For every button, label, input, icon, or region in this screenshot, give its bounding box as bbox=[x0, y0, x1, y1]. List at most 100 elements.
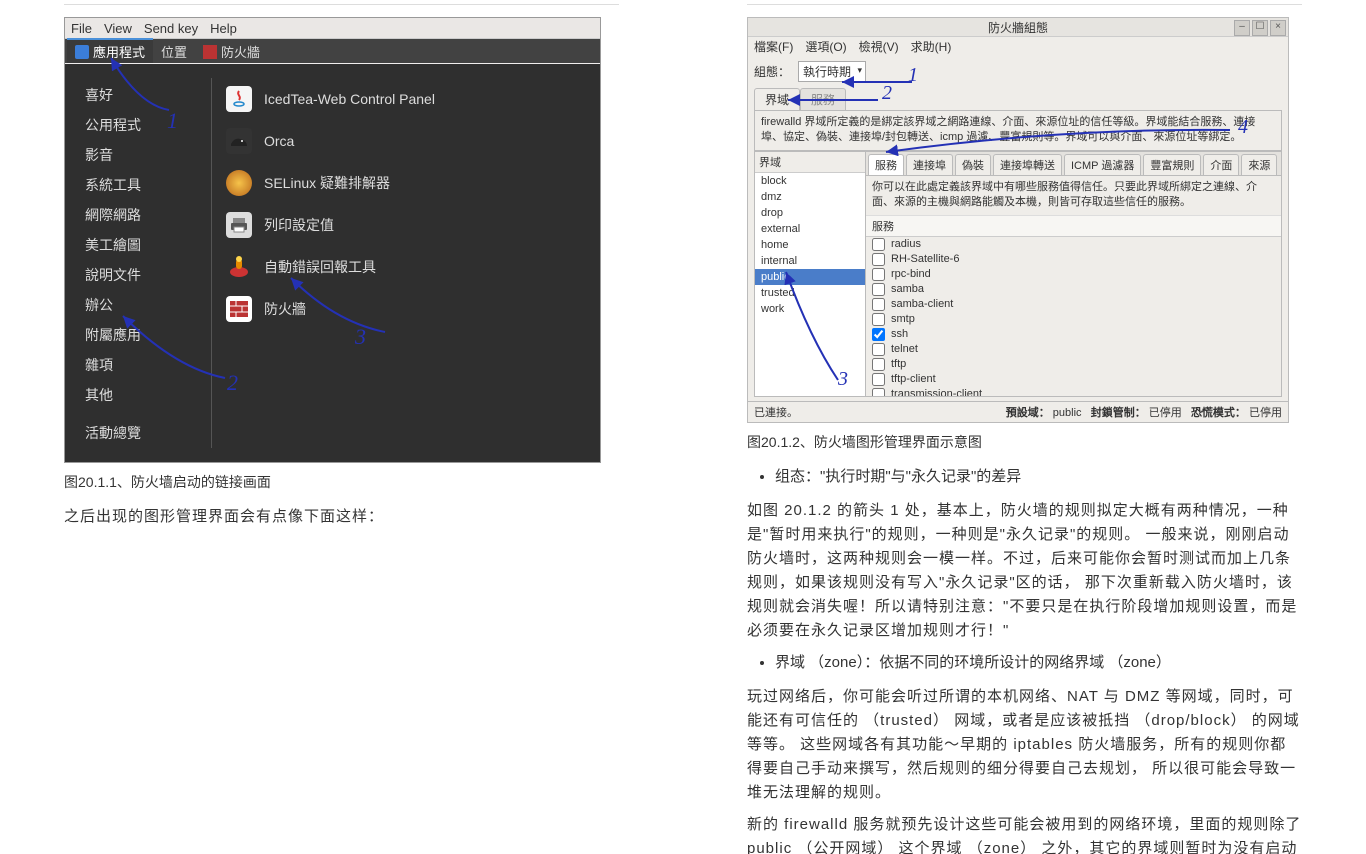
main-tab-services[interactable]: 服務 bbox=[800, 88, 846, 110]
cat-item[interactable]: 附屬應用 bbox=[85, 320, 211, 350]
zone-item[interactable]: internal bbox=[755, 253, 865, 269]
main-tab-zones[interactable]: 界域 bbox=[754, 88, 800, 110]
subtab[interactable]: 連接埠轉送 bbox=[993, 154, 1062, 175]
maximize-button[interactable]: ☐ bbox=[1252, 20, 1268, 36]
service-row[interactable]: radius bbox=[866, 237, 1281, 252]
window-title: 防火牆組態 bbox=[988, 19, 1048, 36]
app-row[interactable]: 防火牆 bbox=[226, 288, 600, 330]
zone-item[interactable]: block bbox=[755, 173, 865, 189]
subtab[interactable]: 連接埠 bbox=[906, 154, 953, 175]
app-list: IcedTea-Web Control Panel Orca SELinux 疑… bbox=[212, 64, 600, 462]
zone-item-selected[interactable]: public bbox=[755, 269, 865, 285]
cat-item[interactable]: 網際網路 bbox=[85, 200, 211, 230]
menu-item[interactable]: 檔案(F) bbox=[754, 38, 793, 55]
service-row[interactable]: samba bbox=[866, 282, 1281, 297]
app-label: 自動錯誤回報工具 bbox=[264, 257, 376, 277]
topbar-applications[interactable]: 應用程式 bbox=[67, 38, 153, 63]
service-row[interactable]: tftp-client bbox=[866, 372, 1281, 387]
firewall-app-icon bbox=[226, 296, 252, 322]
figure-1-app-menu: File View Send key Help 應用程式 位置 防火牆 bbox=[64, 17, 601, 463]
app-row[interactable]: SELinux 疑難排解器 bbox=[226, 162, 600, 204]
minimize-button[interactable]: – bbox=[1234, 20, 1250, 36]
service-row[interactable]: samba-client bbox=[866, 297, 1281, 312]
menu-view[interactable]: View bbox=[104, 21, 132, 36]
cat-item[interactable]: 說明文件 bbox=[85, 260, 211, 290]
app-row[interactable]: 列印設定值 bbox=[226, 204, 600, 246]
service-checkbox[interactable] bbox=[872, 358, 885, 371]
subtab[interactable]: 豐富規則 bbox=[1143, 154, 1201, 175]
zone-item[interactable]: external bbox=[755, 221, 865, 237]
service-checkbox[interactable] bbox=[872, 268, 885, 281]
cat-item[interactable]: 辦公 bbox=[85, 290, 211, 320]
service-checkbox[interactable] bbox=[872, 253, 885, 266]
cat-item[interactable]: 雜項 bbox=[85, 350, 211, 380]
menu-item[interactable]: 求助(H) bbox=[911, 38, 952, 55]
service-label: rpc-bind bbox=[891, 268, 931, 280]
zone-item[interactable]: drop bbox=[755, 205, 865, 221]
statusbar: 已連接。 預設域： public 封鎖管制： 已停用 恐慌模式： 已停用 bbox=[748, 401, 1288, 422]
service-label: samba-client bbox=[891, 298, 953, 310]
app-row[interactable]: Orca bbox=[226, 120, 600, 162]
topbar-firewall[interactable]: 防火牆 bbox=[195, 40, 268, 63]
zone-list-header: 界域 bbox=[755, 152, 865, 173]
service-row[interactable]: smtp bbox=[866, 312, 1281, 327]
config-select[interactable]: 執行時期 ▾ bbox=[798, 61, 866, 82]
chevron-down-icon: ▾ bbox=[858, 65, 863, 76]
figure1-caption: 图20.1.1、防火墙启动的链接画面 bbox=[64, 471, 619, 493]
cat-item[interactable]: 其他 bbox=[85, 380, 211, 410]
app-menubar: 檔案(F) 選項(O) 檢視(V) 求助(H) bbox=[748, 37, 1288, 55]
service-row[interactable]: RH-Satellite-6 bbox=[866, 252, 1281, 267]
close-button[interactable]: × bbox=[1270, 20, 1286, 36]
annotation-2: 2 bbox=[882, 82, 892, 105]
service-checkbox[interactable] bbox=[872, 283, 885, 296]
zone-item[interactable]: work bbox=[755, 301, 865, 317]
service-row[interactable]: rpc-bind bbox=[866, 267, 1281, 282]
service-label: RH-Satellite-6 bbox=[891, 253, 959, 265]
app-row[interactable]: 自動錯誤回報工具 bbox=[226, 246, 600, 288]
cat-item[interactable]: 影音 bbox=[85, 140, 211, 170]
left-column: File View Send key Help 應用程式 位置 防火牆 bbox=[0, 0, 683, 854]
app-row[interactable]: IcedTea-Web Control Panel bbox=[226, 78, 600, 120]
service-checkbox[interactable] bbox=[872, 388, 885, 396]
annotation-1: 1 bbox=[167, 108, 178, 134]
service-row[interactable]: tftp bbox=[866, 357, 1281, 372]
cat-item[interactable]: 喜好 bbox=[85, 80, 211, 110]
activities-overview[interactable]: 活動總覽 bbox=[85, 418, 141, 448]
figure-2-firewall-config: 防火牆組態 – ☐ × 檔案(F) 選項(O) 檢視(V) 求助(H) 組態： … bbox=[747, 17, 1289, 423]
subtab[interactable]: 來源 bbox=[1241, 154, 1277, 175]
service-checkbox[interactable] bbox=[872, 328, 885, 341]
zone-item[interactable]: dmz bbox=[755, 189, 865, 205]
menu-item[interactable]: 選項(O) bbox=[805, 38, 846, 55]
service-checkbox[interactable] bbox=[872, 238, 885, 251]
category-list: 喜好 公用程式 影音 系統工具 網際網路 美工繪圖 說明文件 辦公 附屬應用 雜… bbox=[65, 64, 211, 462]
service-checkbox[interactable] bbox=[872, 298, 885, 311]
service-checkbox[interactable] bbox=[872, 373, 885, 386]
firewall-icon bbox=[203, 45, 217, 59]
printer-icon bbox=[226, 212, 252, 238]
cat-item[interactable]: 系統工具 bbox=[85, 170, 211, 200]
cat-item[interactable]: 美工繪圖 bbox=[85, 230, 211, 260]
menu-file[interactable]: File bbox=[71, 21, 92, 36]
zone-item[interactable]: trusted bbox=[755, 285, 865, 301]
zone-item[interactable]: home bbox=[755, 237, 865, 253]
service-row[interactable]: telnet bbox=[866, 342, 1281, 357]
annotation-3: 3 bbox=[838, 368, 848, 391]
topbar-location[interactable]: 位置 bbox=[153, 40, 195, 63]
subtab[interactable]: 偽裝 bbox=[955, 154, 991, 175]
vnc-menubar: File View Send key Help bbox=[65, 18, 600, 39]
service-row[interactable]: transmission-client bbox=[866, 387, 1281, 396]
subtab[interactable]: 介面 bbox=[1203, 154, 1239, 175]
subtab[interactable]: 服務 bbox=[868, 154, 904, 175]
zone-description: firewalld 界域所定義的是綁定該界域之網路連線、介面、來源位址的信任等級… bbox=[754, 110, 1282, 151]
menu-help[interactable]: Help bbox=[210, 21, 237, 36]
menu-sendkey[interactable]: Send key bbox=[144, 21, 198, 36]
bullet: 界域 （zone）：依据不同的环境所设计的网络界域 （zone） bbox=[775, 651, 1302, 675]
service-label: tftp-client bbox=[891, 373, 936, 385]
menu-item[interactable]: 檢視(V) bbox=[859, 38, 899, 55]
bullet: 组态："执行时期"与"永久记录"的差异 bbox=[775, 465, 1302, 489]
cat-item[interactable]: 公用程式 bbox=[85, 110, 211, 140]
service-checkbox[interactable] bbox=[872, 343, 885, 356]
service-row[interactable]: ssh bbox=[866, 327, 1281, 342]
subtab[interactable]: ICMP 過濾器 bbox=[1064, 154, 1141, 175]
service-checkbox[interactable] bbox=[872, 313, 885, 326]
